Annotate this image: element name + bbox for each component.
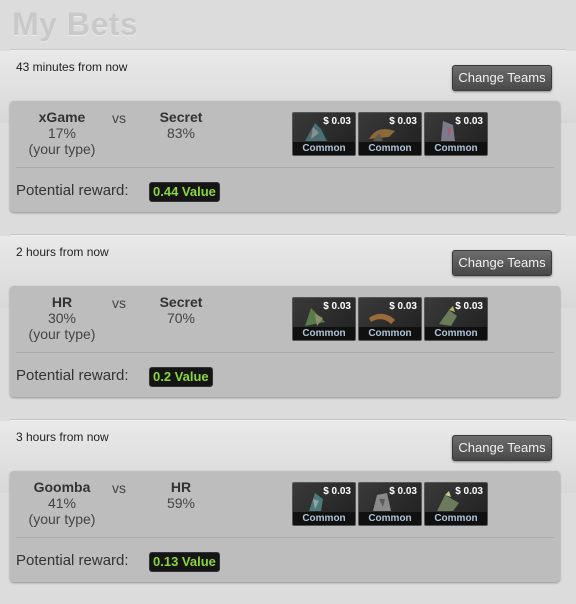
item-rarity: Common <box>359 327 421 340</box>
team-b-name: HR <box>170 479 192 495</box>
your-type-label: (your type) <box>28 141 96 157</box>
item-rarity: Common <box>425 327 487 340</box>
team-b: Secret 83% <box>131 109 231 141</box>
item-card[interactable]: $ 0.03 Common <box>292 482 356 526</box>
team-a-name: Goomba <box>33 479 91 495</box>
vs-label: vs <box>112 295 126 311</box>
reward-value-badge: 0.2 Value <box>149 367 213 387</box>
item-price: $ 0.03 <box>455 486 483 497</box>
card-divider <box>16 537 554 538</box>
item-price: $ 0.03 <box>389 116 417 127</box>
team-b-name: Secret <box>159 294 203 310</box>
reward-value-badge: 0.44 Value <box>149 182 220 202</box>
item-price: $ 0.03 <box>455 301 483 312</box>
card-divider <box>16 352 554 353</box>
bet-time: 2 hours from now <box>16 245 109 259</box>
team-b: Secret 70% <box>131 294 231 326</box>
vs-label: vs <box>112 480 126 496</box>
bet-section: 43 minutes from now Change Teams xGame 1… <box>0 49 576 234</box>
team-b-percent: 59% <box>166 495 196 511</box>
your-type-label: (your type) <box>28 511 96 527</box>
item-price: $ 0.03 <box>455 116 483 127</box>
item-rarity: Common <box>293 327 355 340</box>
card-divider <box>16 167 554 168</box>
your-type-label: (your type) <box>28 326 96 342</box>
team-a-percent: 30% <box>47 310 77 326</box>
item-card[interactable]: $ 0.03 Common <box>424 112 488 156</box>
team-a: Goomba 41% (your type) <box>12 479 112 527</box>
team-b-percent: 83% <box>166 125 196 141</box>
item-rarity: Common <box>293 142 355 155</box>
item-price: $ 0.03 <box>323 486 351 497</box>
item-rarity: Common <box>425 512 487 525</box>
item-price: $ 0.03 <box>323 116 351 127</box>
team-b: HR 59% <box>131 479 231 511</box>
item-price: $ 0.03 <box>389 486 417 497</box>
reward-value-badge: 0.13 Value <box>149 552 220 572</box>
bet-card: xGame 17% (your type) vs Secret 83% $ 0.… <box>10 101 560 212</box>
item-card[interactable]: $ 0.03 Common <box>358 112 422 156</box>
change-teams-button[interactable]: Change Teams <box>452 250 552 276</box>
item-price: $ 0.03 <box>389 301 417 312</box>
bet-time: 43 minutes from now <box>16 60 128 74</box>
bet-section: 3 hours from now Change Teams Goomba 41%… <box>0 419 576 604</box>
bet-card: Goomba 41% (your type) vs HR 59% $ 0.03 … <box>10 471 560 582</box>
team-a-name: xGame <box>38 109 86 125</box>
item-rarity: Common <box>359 512 421 525</box>
bet-time: 3 hours from now <box>16 430 109 444</box>
item-rarity: Common <box>425 142 487 155</box>
potential-reward-label: Potential reward: <box>16 552 129 569</box>
page-title: My Bets <box>12 6 139 42</box>
vs-label: vs <box>112 110 126 126</box>
item-rarity: Common <box>293 512 355 525</box>
item-price: $ 0.03 <box>323 301 351 312</box>
item-card[interactable]: $ 0.03 Common <box>358 297 422 341</box>
potential-reward-label: Potential reward: <box>16 367 129 384</box>
item-card[interactable]: $ 0.03 Common <box>292 297 356 341</box>
team-a-percent: 41% <box>47 495 77 511</box>
change-teams-button[interactable]: Change Teams <box>452 435 552 461</box>
team-a-name: HR <box>51 294 73 310</box>
team-b-name: Secret <box>159 109 203 125</box>
change-teams-button[interactable]: Change Teams <box>452 65 552 91</box>
team-a-percent: 17% <box>47 125 77 141</box>
item-card[interactable]: $ 0.03 Common <box>292 112 356 156</box>
team-b-percent: 70% <box>166 310 196 326</box>
potential-reward-label: Potential reward: <box>16 182 129 199</box>
item-card[interactable]: $ 0.03 Common <box>358 482 422 526</box>
item-card[interactable]: $ 0.03 Common <box>424 482 488 526</box>
team-a: HR 30% (your type) <box>12 294 112 342</box>
bet-card: HR 30% (your type) vs Secret 70% $ 0.03 … <box>10 286 560 397</box>
item-rarity: Common <box>359 142 421 155</box>
item-card[interactable]: $ 0.03 Common <box>424 297 488 341</box>
bet-section: 2 hours from now Change Teams HR 30% (yo… <box>0 234 576 419</box>
team-a: xGame 17% (your type) <box>12 109 112 157</box>
